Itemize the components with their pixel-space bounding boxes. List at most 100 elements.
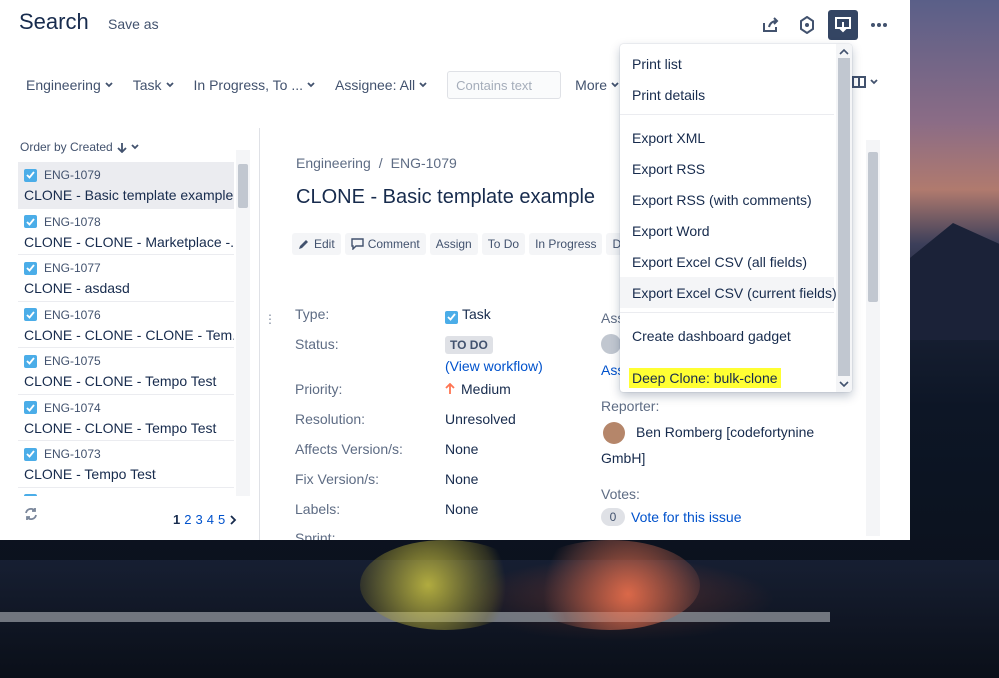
- contains-text-input[interactable]: Contains text: [447, 71, 562, 99]
- field-label: Priority:: [295, 381, 343, 397]
- list-item[interactable]: ENG-1072: [18, 488, 234, 496]
- comment-button[interactable]: Comment: [344, 233, 426, 255]
- page-link[interactable]: 1: [173, 512, 180, 527]
- type-value: Task: [445, 306, 491, 324]
- chevron-down-icon: [870, 79, 878, 85]
- export-rss-comments-item[interactable]: Export RSS (with comments): [620, 184, 834, 215]
- list-item[interactable]: ENG-1074 CLONE - CLONE - Tempo Test: [18, 395, 234, 441]
- chevron-down-icon[interactable]: [839, 379, 849, 389]
- assignee-filter-label: Assignee: All: [335, 77, 416, 93]
- vote-link[interactable]: Vote for this issue: [631, 509, 742, 525]
- issue-key: ENG-1074: [44, 400, 101, 415]
- edit-label: Edit: [314, 237, 335, 251]
- page-link[interactable]: 5: [218, 512, 225, 527]
- list-item[interactable]: ENG-1073 CLONE - Tempo Test: [18, 441, 234, 488]
- reporter-name[interactable]: Ben Romberg [codefortynine: [636, 424, 814, 440]
- view-workflow-link[interactable]: (View workflow): [445, 358, 543, 374]
- dashboard-gadget-item[interactable]: Create dashboard gadget: [620, 320, 834, 351]
- field-label: Fix Version/s:: [295, 471, 380, 487]
- priority-text: Medium: [461, 381, 511, 397]
- issue-key: ENG-1075: [44, 354, 101, 368]
- avatar: [603, 422, 625, 444]
- comment-label: Comment: [367, 237, 420, 251]
- detail-scrollbar[interactable]: [866, 140, 880, 536]
- project-filter[interactable]: Engineering: [26, 77, 113, 93]
- save-as-link[interactable]: Save as: [108, 16, 159, 32]
- list-item[interactable]: ENG-1077 CLONE - asdasd: [18, 255, 234, 302]
- assign-button[interactable]: Assign: [429, 233, 478, 255]
- glowing-bubble-left: [360, 540, 530, 630]
- chevron-down-icon[interactable]: [131, 143, 139, 151]
- chevron-right-icon[interactable]: [229, 514, 237, 525]
- mountain-silhouette: [905, 223, 999, 340]
- status-filter-label: In Progress, To ...: [193, 77, 303, 93]
- chevron-down-icon: [419, 82, 427, 88]
- view-toggle[interactable]: [852, 76, 878, 88]
- integration-icon[interactable]: [792, 10, 822, 40]
- list-item[interactable]: ENG-1076 CLONE - CLONE - CLONE - Tem...: [18, 302, 234, 348]
- issue-summary: CLONE - Tempo Test: [24, 466, 156, 482]
- breadcrumb-issue-key[interactable]: ENG-1079: [391, 155, 457, 171]
- export-csv-current-item[interactable]: Export Excel CSV (current fields): [620, 277, 837, 308]
- task-icon: [24, 447, 37, 461]
- task-icon: [24, 401, 37, 414]
- export-word-item[interactable]: Export Word: [620, 215, 834, 246]
- labels-value: None: [445, 501, 479, 517]
- scrollbar-thumb[interactable]: [838, 58, 850, 376]
- issue-key: ENG-1078: [44, 214, 101, 229]
- pencil-icon: [299, 240, 308, 249]
- issue-summary: CLONE - CLONE - Tempo Test: [24, 419, 217, 436]
- type-filter[interactable]: Task: [133, 77, 174, 93]
- chevron-down-icon: [611, 82, 619, 88]
- edit-button[interactable]: Edit: [292, 233, 341, 255]
- share-icon[interactable]: [756, 10, 786, 40]
- task-icon: [24, 308, 37, 321]
- export-rss-item[interactable]: Export RSS: [620, 153, 834, 184]
- field-label: Resolution:: [295, 411, 366, 427]
- page-link[interactable]: 4: [207, 512, 214, 527]
- scrollbar-thumb[interactable]: [868, 152, 878, 302]
- arrow-up-icon: [445, 382, 455, 394]
- fix-value: None: [445, 471, 479, 487]
- scrollbar-thumb[interactable]: [238, 164, 248, 208]
- assignee-filter[interactable]: Assignee: All: [335, 77, 427, 93]
- chevron-down-icon: [105, 82, 113, 88]
- page-title: Search: [19, 9, 89, 34]
- print-list-item[interactable]: Print list: [620, 48, 834, 79]
- list-item[interactable]: ENG-1075 CLONE - CLONE - Tempo Test: [18, 348, 234, 395]
- in-progress-button[interactable]: In Progress: [529, 233, 603, 255]
- todo-button[interactable]: To Do: [481, 233, 526, 255]
- print-details-item[interactable]: Print details: [620, 79, 834, 110]
- export-csv-all-item[interactable]: Export Excel CSV (all fields): [620, 246, 834, 277]
- issue-summary: CLONE - Basic template example: [24, 187, 234, 203]
- menu-divider: [620, 312, 834, 313]
- export-icon[interactable]: [828, 10, 858, 40]
- chevron-up-icon[interactable]: [839, 47, 849, 57]
- list-item[interactable]: ENG-1078 CLONE - CLONE - Marketplace -..…: [18, 209, 234, 255]
- page-link[interactable]: 3: [195, 512, 202, 527]
- reporter-label: Reporter:: [601, 398, 660, 414]
- more-filter[interactable]: More: [575, 77, 619, 93]
- order-by-label: Order by Created: [20, 140, 113, 154]
- breadcrumb-project[interactable]: Engineering: [296, 155, 371, 171]
- refresh-icon[interactable]: [24, 507, 38, 526]
- deep-clone-label: Deep Clone: bulk-clone: [629, 367, 781, 388]
- page-link[interactable]: 2: [184, 512, 191, 527]
- list-item[interactable]: ENG-1079 CLONE - Basic template example: [18, 162, 234, 209]
- issue-list-panel: Order by Created ENG-1079 CLONE - Basic …: [18, 130, 252, 540]
- task-icon: [24, 354, 37, 368]
- more-actions-icon[interactable]: [864, 10, 894, 40]
- list-scrollbar[interactable]: [236, 150, 250, 496]
- resize-handle-icon[interactable]: ⋮: [264, 312, 276, 326]
- breadcrumb-separator: /: [378, 155, 383, 171]
- menu-scrollbar[interactable]: [836, 44, 852, 392]
- arrow-down-icon[interactable]: [117, 142, 127, 153]
- order-by-control[interactable]: Order by Created: [20, 140, 139, 154]
- jira-search-window: Search Save as Engineering Task In Progr…: [0, 0, 910, 540]
- avatar: [601, 334, 621, 354]
- header-toolbar: [756, 10, 894, 40]
- export-xml-item[interactable]: Export XML: [620, 122, 834, 153]
- issue-summary: CLONE - CLONE - Marketplace -...: [24, 233, 234, 250]
- status-filter[interactable]: In Progress, To ...: [194, 77, 315, 93]
- deep-clone-item[interactable]: Deep Clone: bulk-clone: [620, 362, 834, 392]
